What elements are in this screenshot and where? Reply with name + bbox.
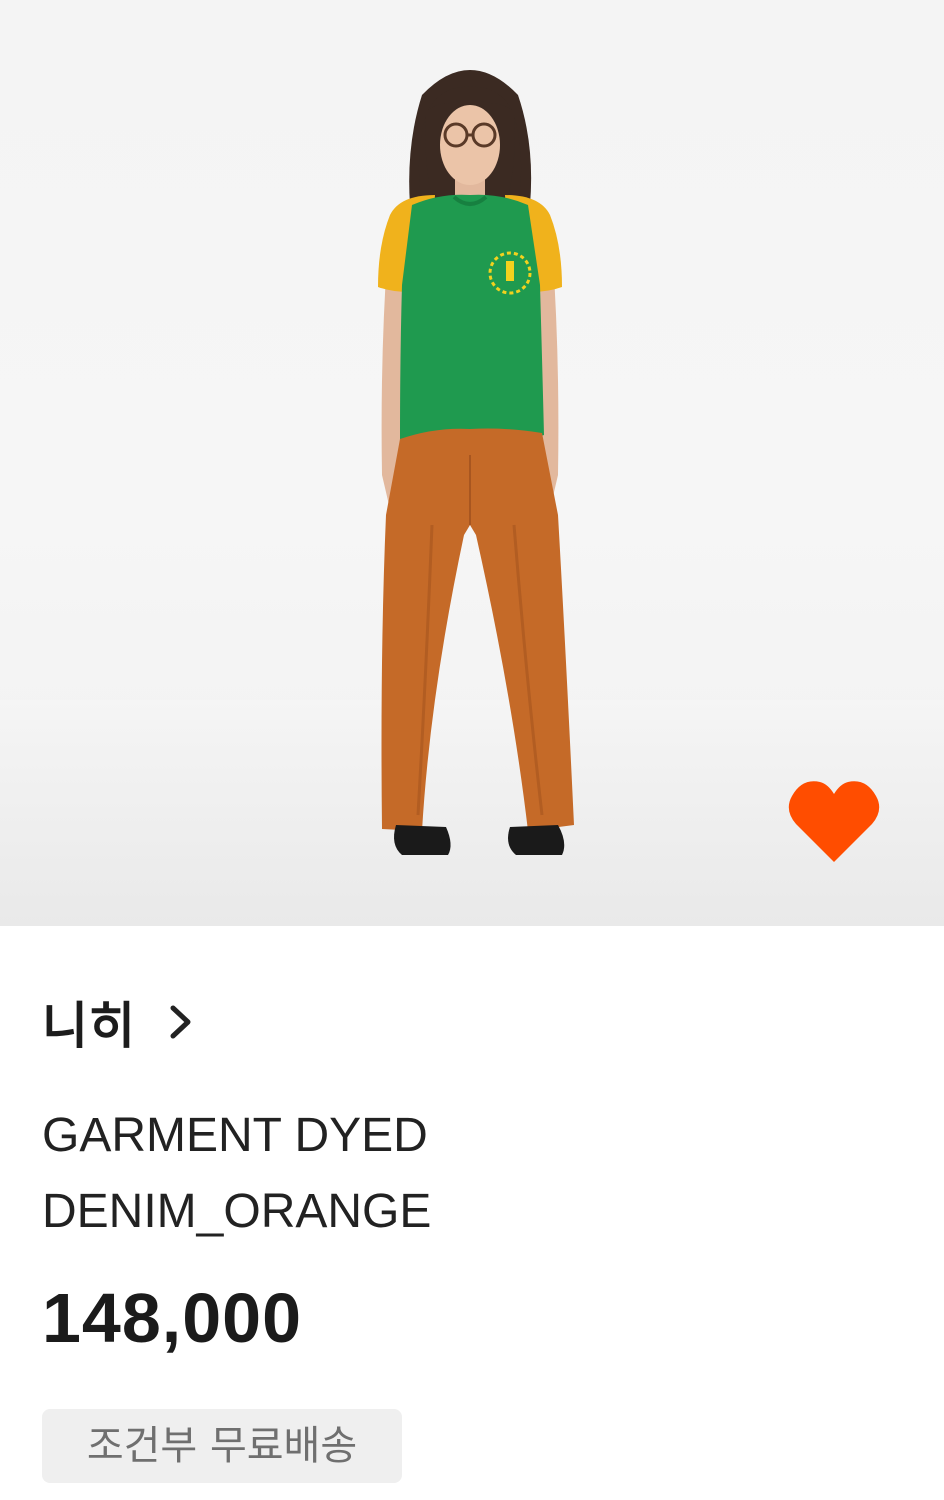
brand-name: 니히 (42, 997, 136, 1055)
product-name-line2: DENIM_ORANGE (42, 1185, 432, 1238)
product-image[interactable] (0, 0, 944, 926)
heart-icon (788, 781, 880, 862)
product-name[interactable]: GARMENT DYED DENIM_ORANGE (42, 1098, 642, 1250)
like-button[interactable] (786, 776, 882, 866)
product-price: 148,000 (42, 1279, 303, 1357)
model-illustration (378, 70, 574, 855)
shipping-badge: 조건부 무료배송 (42, 1409, 402, 1483)
brand-link[interactable]: 니히 (42, 992, 196, 1055)
product-name-line1: GARMENT DYED (42, 1109, 428, 1162)
chevron-right-icon (170, 1005, 191, 1039)
product-card[interactable]: 니히 GARMENT DYED DENIM_ORANGE 148,000 조건부… (0, 0, 944, 1500)
